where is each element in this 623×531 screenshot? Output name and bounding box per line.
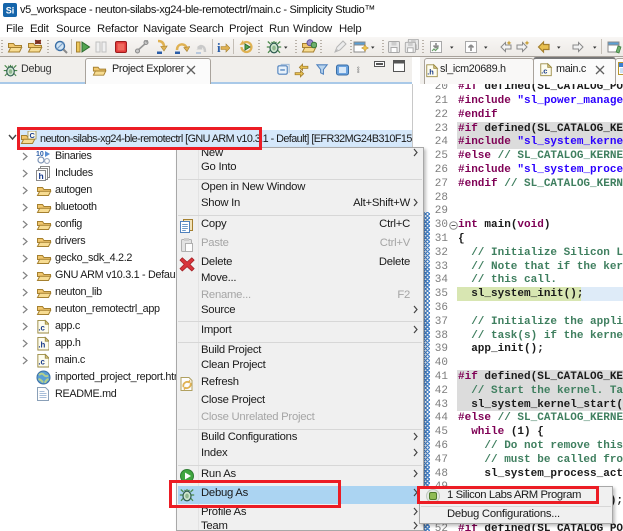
svg-text:i: i xyxy=(217,40,221,55)
svg-text:.h: .h xyxy=(38,341,45,350)
svg-text:Si: Si xyxy=(6,6,15,16)
svg-text:h: h xyxy=(39,171,44,181)
svg-text:.c: .c xyxy=(38,324,45,333)
svg-text:.c: .c xyxy=(541,66,547,75)
svg-text:.h: .h xyxy=(427,67,434,76)
svg-text:.c: .c xyxy=(38,358,45,367)
